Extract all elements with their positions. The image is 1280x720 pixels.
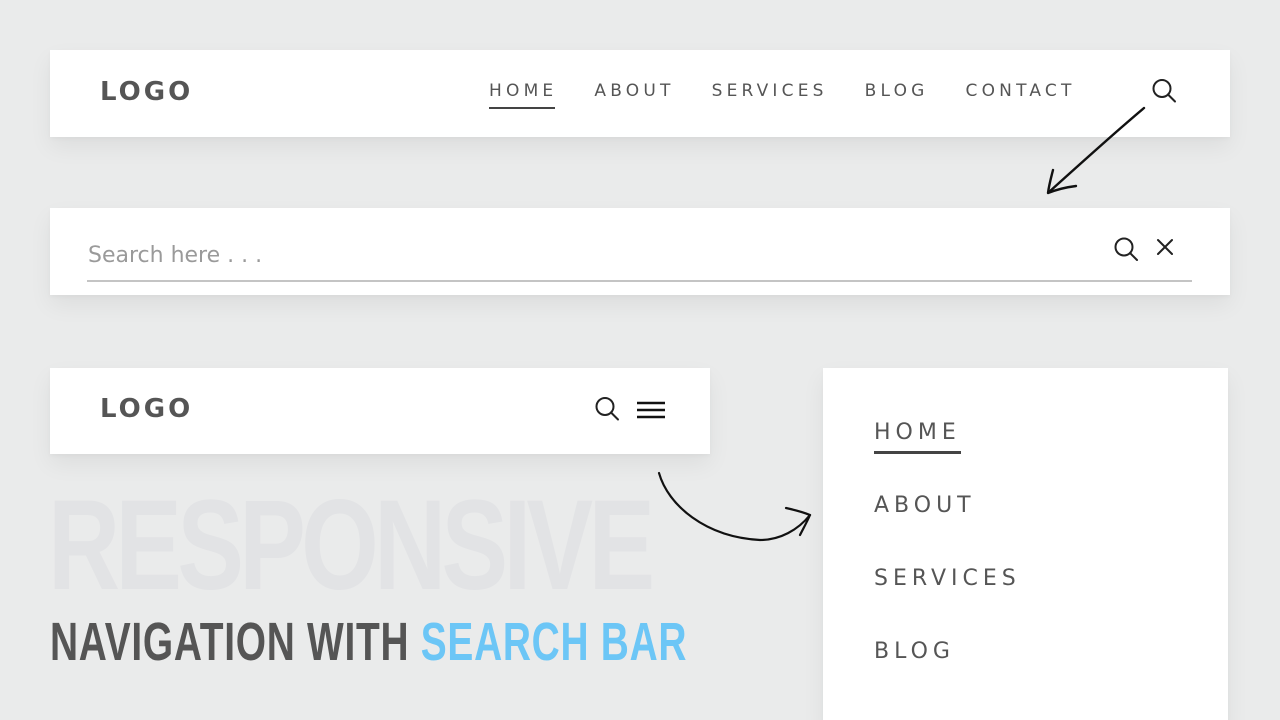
search-icon[interactable]: [593, 395, 621, 423]
mobile-nav-link-blog[interactable]: BLOG: [874, 639, 955, 664]
close-icon[interactable]: [1154, 236, 1176, 258]
logo[interactable]: LOGO: [100, 394, 193, 424]
search-input[interactable]: [87, 230, 1192, 282]
logo[interactable]: LOGO: [100, 77, 193, 107]
nav-link-blog[interactable]: BLOG: [865, 81, 929, 101]
desktop-nav-links: HOME ABOUT SERVICES BLOG CONTACT: [489, 81, 1113, 109]
nav-link-home[interactable]: HOME: [489, 81, 557, 109]
mobile-nav-links: HOME ABOUT SERVICES BLOG: [874, 420, 1021, 712]
mobile-nav-link-about[interactable]: ABOUT: [874, 493, 976, 518]
nav-link-about[interactable]: ABOUT: [594, 81, 674, 101]
hand-drawn-curved-arrow-icon: [657, 471, 812, 542]
mobile-navbar: LOGO: [50, 368, 710, 454]
search-bar: [50, 208, 1230, 295]
background-title-word: RESPONSIVE: [48, 474, 655, 617]
headline-dark-text: NAVIGATION WITH: [50, 612, 421, 672]
search-icon[interactable]: [1150, 77, 1178, 105]
nav-link-services[interactable]: SERVICES: [712, 81, 828, 101]
hamburger-menu-icon[interactable]: [635, 399, 667, 423]
search-icon[interactable]: [1112, 235, 1140, 263]
headline: NAVIGATION WITH SEARCH BAR: [50, 615, 687, 669]
headline-accent-text: SEARCH BAR: [420, 612, 688, 672]
mobile-nav-link-home[interactable]: HOME: [874, 420, 961, 454]
mobile-menu-panel: HOME ABOUT SERVICES BLOG: [823, 368, 1228, 720]
mobile-nav-link-services[interactable]: SERVICES: [874, 566, 1021, 591]
hand-drawn-arrow-icon: [1046, 106, 1146, 195]
nav-link-contact[interactable]: CONTACT: [966, 81, 1076, 101]
